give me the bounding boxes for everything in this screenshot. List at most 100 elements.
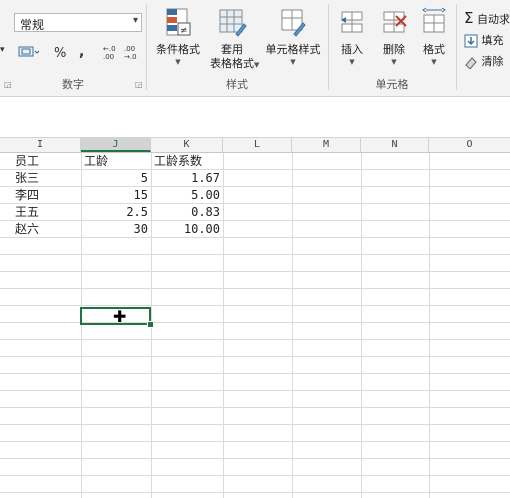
column-header-bar: I J K L M N O xyxy=(0,138,510,153)
fill-button[interactable]: 填充 xyxy=(464,32,504,50)
cell-cursor-icon: ✚ xyxy=(113,307,127,326)
grid-line xyxy=(0,356,510,357)
cell-i1[interactable]: 员工 xyxy=(12,153,81,170)
chevron-down-icon: ▾ xyxy=(132,15,138,26)
grid-line xyxy=(0,373,510,374)
eraser-icon xyxy=(465,57,477,70)
sigma-icon: Σ xyxy=(464,9,474,27)
cell-i4[interactable]: 王五 xyxy=(12,204,81,221)
insert-label: 插入 xyxy=(341,43,363,56)
svg-text:→.0: →.0 xyxy=(124,53,137,60)
styles-group-label: 样式 xyxy=(226,78,248,91)
cell-i2[interactable]: 张三 xyxy=(12,170,81,187)
grid-line xyxy=(0,390,510,391)
group-divider xyxy=(146,4,147,90)
column-header-n[interactable]: N xyxy=(361,138,429,152)
chevron-down-icon: ▼ xyxy=(431,58,437,66)
conditional-format-label: 条件格式 xyxy=(156,43,200,56)
cell-j4[interactable]: 2.5 xyxy=(81,204,151,221)
grid-line xyxy=(0,424,510,425)
cell-j3[interactable]: 15 xyxy=(81,187,151,204)
chevron-down-icon: ▼ xyxy=(391,58,397,66)
cell-styles-label: 单元格样式 xyxy=(265,43,321,56)
grid-line xyxy=(429,153,430,498)
autosum-label: 自动求 xyxy=(476,13,510,26)
grid-line xyxy=(223,153,224,498)
grid-line xyxy=(0,305,510,306)
cells-group-label: 单元格 xyxy=(375,78,409,91)
grid-line xyxy=(0,458,510,459)
worksheet-grid[interactable]: 员工 工龄 工龄系数 张三 5 1.67 李四 15 5.00 王五 2.5 0… xyxy=(0,153,510,498)
grid-line xyxy=(0,441,510,442)
table-format-icon xyxy=(219,9,247,37)
chevron-down-icon: ▾ xyxy=(0,45,5,55)
clear-label: 清除 xyxy=(481,55,504,68)
conditional-format-button[interactable]: ≠ 条件格式 ▼ xyxy=(150,6,206,67)
ribbon: 常规 ▾ ▾ % , ←.0 .00 .00 →.0 数字 ◲ ◲ ≠ 条件格式… xyxy=(0,0,510,97)
chevron-down-icon: ▼ xyxy=(254,61,260,69)
cell-i3[interactable]: 李四 xyxy=(12,187,81,204)
formula-bar-area xyxy=(0,97,510,138)
grid-line xyxy=(0,271,510,272)
number-group-label: 数字 xyxy=(62,78,84,91)
cell-j1[interactable]: 工龄 xyxy=(81,153,151,170)
format-as-table-button[interactable]: 套用 表格格式 xyxy=(206,6,258,71)
conditional-format-icon: ≠ xyxy=(166,8,191,36)
format-cells-icon xyxy=(422,7,446,33)
cell-j5[interactable]: 30 xyxy=(81,221,151,238)
cell-j2[interactable]: 5 xyxy=(81,170,151,187)
group-divider xyxy=(456,4,457,90)
delete-cells-button[interactable]: 删除 ▼ xyxy=(374,6,414,67)
increase-decimal-icon[interactable]: ←.0 .00 xyxy=(101,44,119,60)
delete-cells-icon xyxy=(383,11,407,33)
insert-cells-button[interactable]: 插入 ▼ xyxy=(332,6,372,67)
column-header-o[interactable]: O xyxy=(429,138,510,152)
grid-line xyxy=(0,339,510,340)
grid-line xyxy=(0,407,510,408)
autosum-button[interactable]: Σ 自动求 xyxy=(464,9,510,27)
decrease-decimal-icon[interactable]: .00 →.0 xyxy=(122,44,140,60)
grid-line xyxy=(292,153,293,498)
chevron-down-icon: ▼ xyxy=(349,58,355,66)
cell-k2[interactable]: 1.67 xyxy=(151,170,223,187)
column-header-l[interactable]: L xyxy=(223,138,292,152)
table-format-label-2: 表格格式 xyxy=(210,57,254,70)
clear-button[interactable]: 清除 xyxy=(464,53,504,71)
cell-k3[interactable]: 5.00 xyxy=(151,187,223,204)
column-header-k[interactable]: K xyxy=(151,138,223,152)
cell-k5[interactable]: 10.00 xyxy=(151,221,223,238)
cell-styles-button[interactable]: 单元格样式 ▼ xyxy=(262,6,324,67)
svg-text:≠: ≠ xyxy=(180,26,188,36)
grid-line xyxy=(0,288,510,289)
cell-k4[interactable]: 0.83 xyxy=(151,204,223,221)
currency-icon[interactable] xyxy=(18,44,40,60)
grid-line xyxy=(0,254,510,255)
grid-line xyxy=(361,153,362,498)
fill-handle[interactable] xyxy=(147,321,154,328)
percent-button[interactable]: % xyxy=(54,46,66,61)
cell-k1[interactable]: 工龄系数 xyxy=(151,153,223,170)
chevron-down-icon: ▼ xyxy=(290,58,296,66)
insert-cells-icon xyxy=(341,11,363,33)
group-divider xyxy=(328,4,329,90)
number-format-value: 常规 xyxy=(20,18,45,32)
column-header-m[interactable]: M xyxy=(292,138,361,152)
table-format-label-1: 套用 xyxy=(221,43,243,56)
column-header-j[interactable]: J xyxy=(81,138,151,152)
svg-text:←.0: ←.0 xyxy=(103,45,116,53)
fill-label: 填充 xyxy=(481,34,504,47)
column-header-i[interactable]: I xyxy=(0,138,81,152)
grid-line xyxy=(0,475,510,476)
chevron-down-icon: ▼ xyxy=(175,58,181,66)
comma-button[interactable]: , xyxy=(79,44,84,60)
dialog-launcher-icon[interactable]: ◲ xyxy=(4,80,12,89)
number-format-dropdown[interactable]: 常规 ▾ xyxy=(14,13,142,32)
svg-text:.00: .00 xyxy=(124,45,135,53)
dialog-launcher-icon[interactable]: ◲ xyxy=(135,80,143,89)
cell-i5[interactable]: 赵六 xyxy=(12,221,81,238)
cell-styles-icon xyxy=(281,9,306,37)
delete-label: 删除 xyxy=(383,43,405,56)
format-cells-button[interactable]: 格式 ▼ xyxy=(416,6,452,67)
grid-line xyxy=(0,492,510,493)
svg-text:.00: .00 xyxy=(103,53,114,60)
